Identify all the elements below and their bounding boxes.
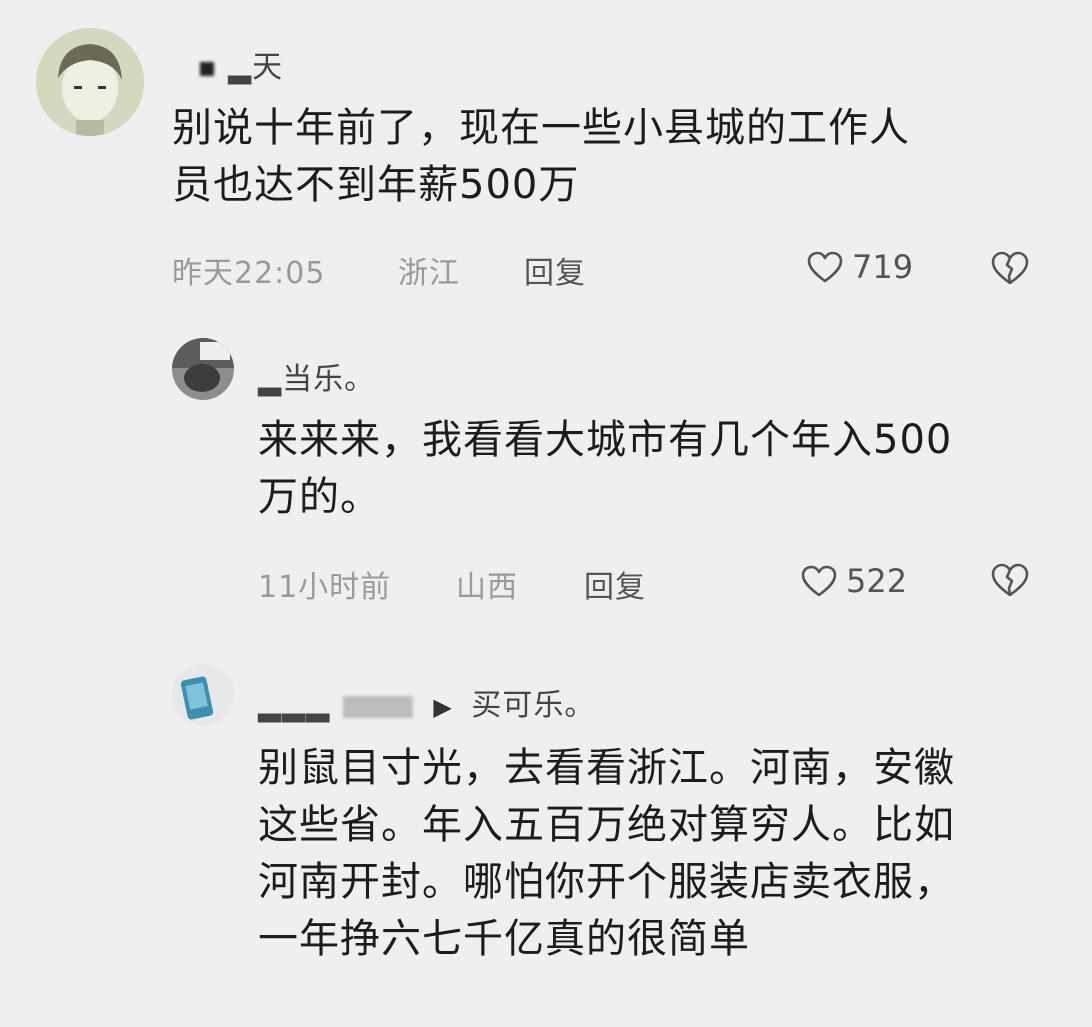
comment-text-line: 万的。: [258, 474, 381, 520]
broken-heart-icon: [990, 562, 1030, 598]
heart-icon: [806, 250, 844, 284]
comment-body: 别鼠目寸光，去看看浙江。河南，安徽 这些省。年入五百万绝对算穷人。比如 河南开封…: [258, 740, 1078, 968]
reply-to-name[interactable]: 买可乐。: [471, 688, 595, 723]
comment-time: 昨天22:05: [172, 256, 326, 291]
like-count: 719: [852, 248, 914, 286]
like-button[interactable]: 719: [806, 248, 913, 286]
avatar[interactable]: [172, 664, 234, 726]
avatar[interactable]: [172, 338, 234, 400]
comment-text-line: 别说十年前了，现在一些小县城的工作人: [172, 105, 910, 151]
comment-body: 来来来，我看看大城市有几个年入500 万的。: [258, 412, 1058, 526]
dislike-button[interactable]: [990, 250, 1030, 286]
dislike-button[interactable]: [990, 562, 1030, 598]
reply-arrow-icon: ▶: [433, 692, 453, 721]
comment-time: 11小时前: [258, 570, 392, 605]
comment-location: 山西: [456, 570, 518, 605]
comment-text-line: 员也达不到年薪500万: [172, 162, 580, 208]
comment-text-line: 这些省。年入五百万绝对算穷人。比如: [258, 802, 955, 848]
comment-author[interactable]: ▂▂▂ ▶ 买可乐。: [258, 680, 595, 724]
author-name[interactable]: ▂天: [228, 50, 283, 85]
avatar[interactable]: [36, 28, 144, 136]
broken-heart-icon: [990, 250, 1030, 286]
comment-text-line: 河南开封。哪怕你开个服装店卖衣服，: [258, 859, 955, 905]
reply-button[interactable]: 回复: [524, 248, 586, 292]
comment-location: 浙江: [398, 256, 460, 291]
comment-author[interactable]: ▂天: [200, 42, 283, 86]
comment-text-line: 一年挣六七千亿真的很简单: [258, 916, 750, 962]
comment-body: 别说十年前了，现在一些小县城的工作人 员也达不到年薪500万: [172, 100, 1052, 214]
author-name[interactable]: ▂▂▂: [258, 688, 330, 723]
comment-text-line: 来来来，我看看大城市有几个年入500: [258, 417, 953, 463]
comment-text-line: 别鼠目寸光，去看看浙江。河南，安徽: [258, 745, 955, 791]
like-count: 522: [846, 562, 908, 600]
heart-icon: [800, 564, 838, 598]
reply-button[interactable]: 回复: [584, 562, 646, 606]
comment-author[interactable]: ▂当乐。: [258, 354, 375, 398]
like-button[interactable]: 522: [800, 562, 907, 600]
